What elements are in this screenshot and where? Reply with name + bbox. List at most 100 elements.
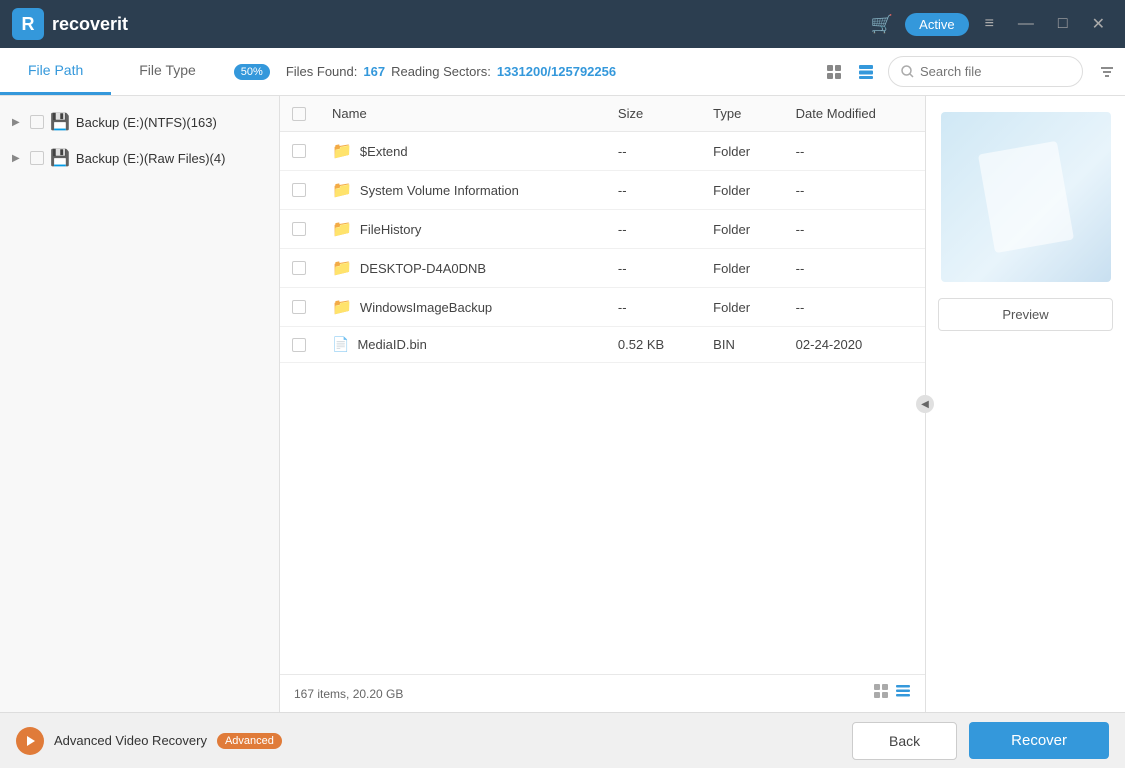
col-date-header: Date Modified <box>784 96 925 132</box>
menu-icon[interactable]: ≡ <box>977 11 1002 37</box>
file-table: Name Size Type Date Modified 📁$Extend--F… <box>280 96 925 674</box>
footer-items-label: 167 items, 20.20 GB <box>294 687 403 701</box>
row-size-cell: -- <box>606 132 701 171</box>
footer-grid-view-button[interactable] <box>873 683 889 704</box>
row-type-cell: Folder <box>701 210 784 249</box>
row-type-cell: BIN <box>701 327 784 363</box>
folder-icon: 📁 <box>332 180 352 200</box>
files-count: 167 <box>363 64 385 79</box>
footer-list-view-button[interactable] <box>895 683 911 704</box>
row-checkbox[interactable] <box>292 144 306 158</box>
row-name-cell: 📁 WindowsImageBackup <box>320 288 606 327</box>
preview-panel-collapse-arrow[interactable]: ◀ <box>916 395 934 413</box>
sidebar-item-label-raw: Backup (E:)(Raw Files)(4) <box>76 151 267 166</box>
row-size-cell: -- <box>606 288 701 327</box>
tab-file-path[interactable]: File Path <box>0 48 111 95</box>
row-filename: WindowsImageBackup <box>360 300 492 315</box>
row-name-cell: 📁FileHistory <box>320 210 606 249</box>
folder-icon: 📁 <box>332 141 352 161</box>
cart-icon[interactable]: 🛒 <box>867 10 897 39</box>
preview-placeholder <box>977 141 1073 253</box>
maximize-button[interactable]: □ <box>1050 11 1076 37</box>
row-name-cell: 📁 System Volume Information <box>320 171 606 210</box>
sidebar-item-checkbox-raw[interactable] <box>30 151 44 165</box>
file-icon: 📄 <box>332 336 349 353</box>
logo-icon: R <box>12 8 44 40</box>
row-checkbox-cell <box>280 171 320 210</box>
select-all-header[interactable] <box>280 96 320 132</box>
progress-badge: 50% <box>234 64 270 80</box>
scan-info: 50% Files Found: 167 Reading Sectors: 13… <box>224 48 626 95</box>
preview-panel: ◀ Preview <box>925 96 1125 712</box>
drive-icon-ntfs: 💾 <box>50 112 70 132</box>
table-row[interactable]: 📁System Volume Information--Folder-- <box>280 171 925 210</box>
col-name-header: Name <box>320 96 606 132</box>
active-badge: Active <box>905 13 968 36</box>
row-checkbox[interactable] <box>292 261 306 275</box>
sidebar-tree: ▶ 💾 Backup (E:)(NTFS)(163) ▶ 💾 Backup (E… <box>0 96 279 712</box>
table-row[interactable]: 📁 WindowsImageBackup --Folder-- <box>280 288 925 327</box>
row-checkbox-cell <box>280 132 320 171</box>
tree-expand-arrow: ▶ <box>12 117 24 128</box>
row-size-cell: -- <box>606 210 701 249</box>
row-checkbox-cell <box>280 210 320 249</box>
sidebar-item-ntfs[interactable]: ▶ 💾 Backup (E:)(NTFS)(163) <box>0 104 279 140</box>
folder-icon: 📁 <box>332 297 352 317</box>
row-filename: $Extend <box>360 144 408 159</box>
minimize-button[interactable]: — <box>1010 11 1042 37</box>
advanced-video-icon <box>16 727 44 755</box>
advanced-badge: Advanced <box>217 733 282 749</box>
preview-button[interactable]: Preview <box>938 298 1113 331</box>
app-logo: R recoverit <box>12 8 128 40</box>
footer-view-buttons <box>873 683 911 704</box>
row-checkbox[interactable] <box>292 183 306 197</box>
logo-text: recoverit <box>52 14 128 35</box>
col-size-header: Size <box>606 96 701 132</box>
row-date-cell: -- <box>784 210 925 249</box>
row-checkbox[interactable] <box>292 222 306 236</box>
row-date-cell: 02-24-2020 <box>784 327 925 363</box>
row-name-cell: 📁DESKTOP-D4A0DNB <box>320 249 606 288</box>
advanced-video-label: Advanced Video Recovery <box>54 733 207 748</box>
list-view-button[interactable] <box>850 48 882 95</box>
table-row[interactable]: 📁DESKTOP-D4A0DNB--Folder-- <box>280 249 925 288</box>
row-checkbox-cell <box>280 249 320 288</box>
row-checkbox-cell <box>280 327 320 363</box>
select-all-checkbox[interactable] <box>292 107 306 121</box>
sectors-value: 1331200/125792256 <box>497 64 616 79</box>
main-content: ▶ 💾 Backup (E:)(NTFS)(163) ▶ 💾 Backup (E… <box>0 96 1125 712</box>
row-date-cell: -- <box>784 288 925 327</box>
tab-file-type[interactable]: File Type <box>111 48 224 95</box>
back-button[interactable]: Back <box>852 722 957 760</box>
row-filename: DESKTOP-D4A0DNB <box>360 261 486 276</box>
row-name-cell: 📁 $Extend <box>320 132 606 171</box>
sidebar-item-checkbox-ntfs[interactable] <box>30 115 44 129</box>
tree-expand-arrow-raw: ▶ <box>12 153 24 164</box>
table-row[interactable]: 📁$Extend--Folder-- <box>280 132 925 171</box>
advanced-recovery-section: Advanced Video Recovery Advanced <box>16 727 840 755</box>
col-type-header: Type <box>701 96 784 132</box>
row-type-cell: Folder <box>701 132 784 171</box>
search-input[interactable] <box>920 64 1070 79</box>
close-button[interactable]: ✕ <box>1084 10 1113 38</box>
file-list-panel: Name Size Type Date Modified 📁$Extend--F… <box>280 96 925 712</box>
row-size-cell: -- <box>606 249 701 288</box>
row-date-cell: -- <box>784 249 925 288</box>
row-type-cell: Folder <box>701 288 784 327</box>
table-row[interactable]: 📄 MediaID.bin 0.52 KBBIN02-24-2020 <box>280 327 925 363</box>
drive-icon-raw: 💾 <box>50 148 70 168</box>
grid-view-button[interactable] <box>818 48 850 95</box>
table-row[interactable]: 📁FileHistory--Folder-- <box>280 210 925 249</box>
sidebar-item-raw[interactable]: ▶ 💾 Backup (E:)(Raw Files)(4) <box>0 140 279 176</box>
sidebar: ▶ 💾 Backup (E:)(NTFS)(163) ▶ 💾 Backup (E… <box>0 96 280 712</box>
row-size-cell: -- <box>606 171 701 210</box>
row-checkbox[interactable] <box>292 300 306 314</box>
filter-button[interactable] <box>1089 48 1125 95</box>
recover-button[interactable]: Recover <box>969 722 1109 759</box>
row-checkbox[interactable] <box>292 338 306 352</box>
row-filename: System Volume Information <box>360 183 519 198</box>
row-filename: MediaID.bin <box>357 337 426 352</box>
search-icon <box>901 65 914 78</box>
folder-icon: 📁 <box>332 219 352 239</box>
row-size-cell: 0.52 KB <box>606 327 701 363</box>
